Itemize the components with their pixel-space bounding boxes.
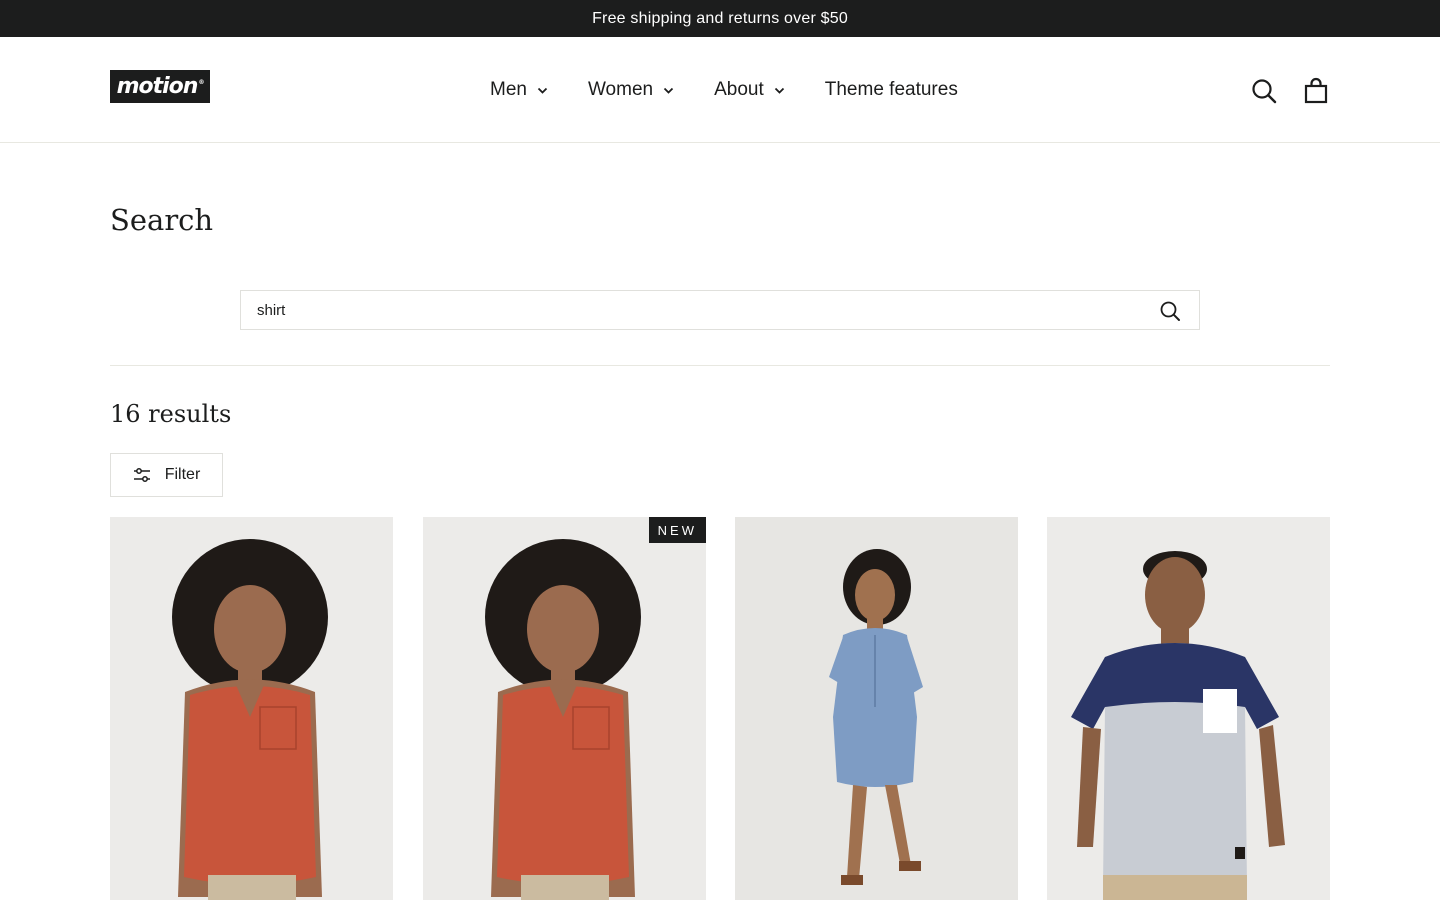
chevron-down-icon bbox=[663, 87, 674, 94]
nav-label: Women bbox=[587, 79, 654, 100]
sliders-icon bbox=[133, 468, 150, 482]
new-badge: NEW bbox=[648, 517, 706, 543]
page-title: Search bbox=[110, 203, 214, 237]
site-header: motion ® Men Women About Theme features bbox=[0, 37, 1440, 143]
chevron-down-icon bbox=[774, 87, 784, 94]
nav-item-women[interactable]: Women bbox=[588, 79, 674, 101]
product-card[interactable] bbox=[1047, 517, 1330, 900]
nav-item-men[interactable]: Men bbox=[490, 79, 548, 101]
nav-label: Men bbox=[490, 79, 527, 100]
nav-label: About bbox=[714, 79, 764, 100]
results-count: 16 results bbox=[110, 400, 232, 428]
logo[interactable]: motion ® bbox=[110, 70, 210, 103]
product-card[interactable] bbox=[735, 517, 1018, 900]
main-nav: Men Women About Theme features bbox=[490, 77, 958, 103]
nav-item-theme-features[interactable]: Theme features bbox=[825, 79, 958, 101]
logo-text: motion bbox=[116, 74, 199, 99]
cart-icon[interactable] bbox=[1302, 77, 1330, 105]
announcement-text: Free shipping and returns over $50 bbox=[592, 9, 848, 27]
chevron-down-icon bbox=[537, 87, 548, 94]
product-image bbox=[110, 517, 393, 900]
search-input[interactable] bbox=[241, 291, 1141, 329]
search-form bbox=[240, 290, 1200, 330]
announcement-bar: Free shipping and returns over $50 bbox=[0, 0, 1440, 37]
product-grid: NEW bbox=[110, 517, 1330, 900]
product-card[interactable] bbox=[110, 517, 393, 900]
nav-label: Theme features bbox=[824, 79, 958, 100]
logo-mark: ® bbox=[198, 79, 204, 86]
nav-item-about[interactable]: About bbox=[714, 79, 785, 101]
product-card[interactable]: NEW bbox=[423, 517, 706, 900]
filter-button[interactable]: Filter bbox=[110, 453, 223, 497]
product-image bbox=[735, 517, 1018, 900]
filter-label: Filter bbox=[164, 466, 201, 483]
divider bbox=[110, 365, 1330, 366]
search-icon[interactable] bbox=[1250, 77, 1278, 105]
search-submit-icon[interactable] bbox=[1159, 300, 1181, 322]
product-image bbox=[423, 517, 706, 900]
product-image bbox=[1047, 517, 1330, 900]
